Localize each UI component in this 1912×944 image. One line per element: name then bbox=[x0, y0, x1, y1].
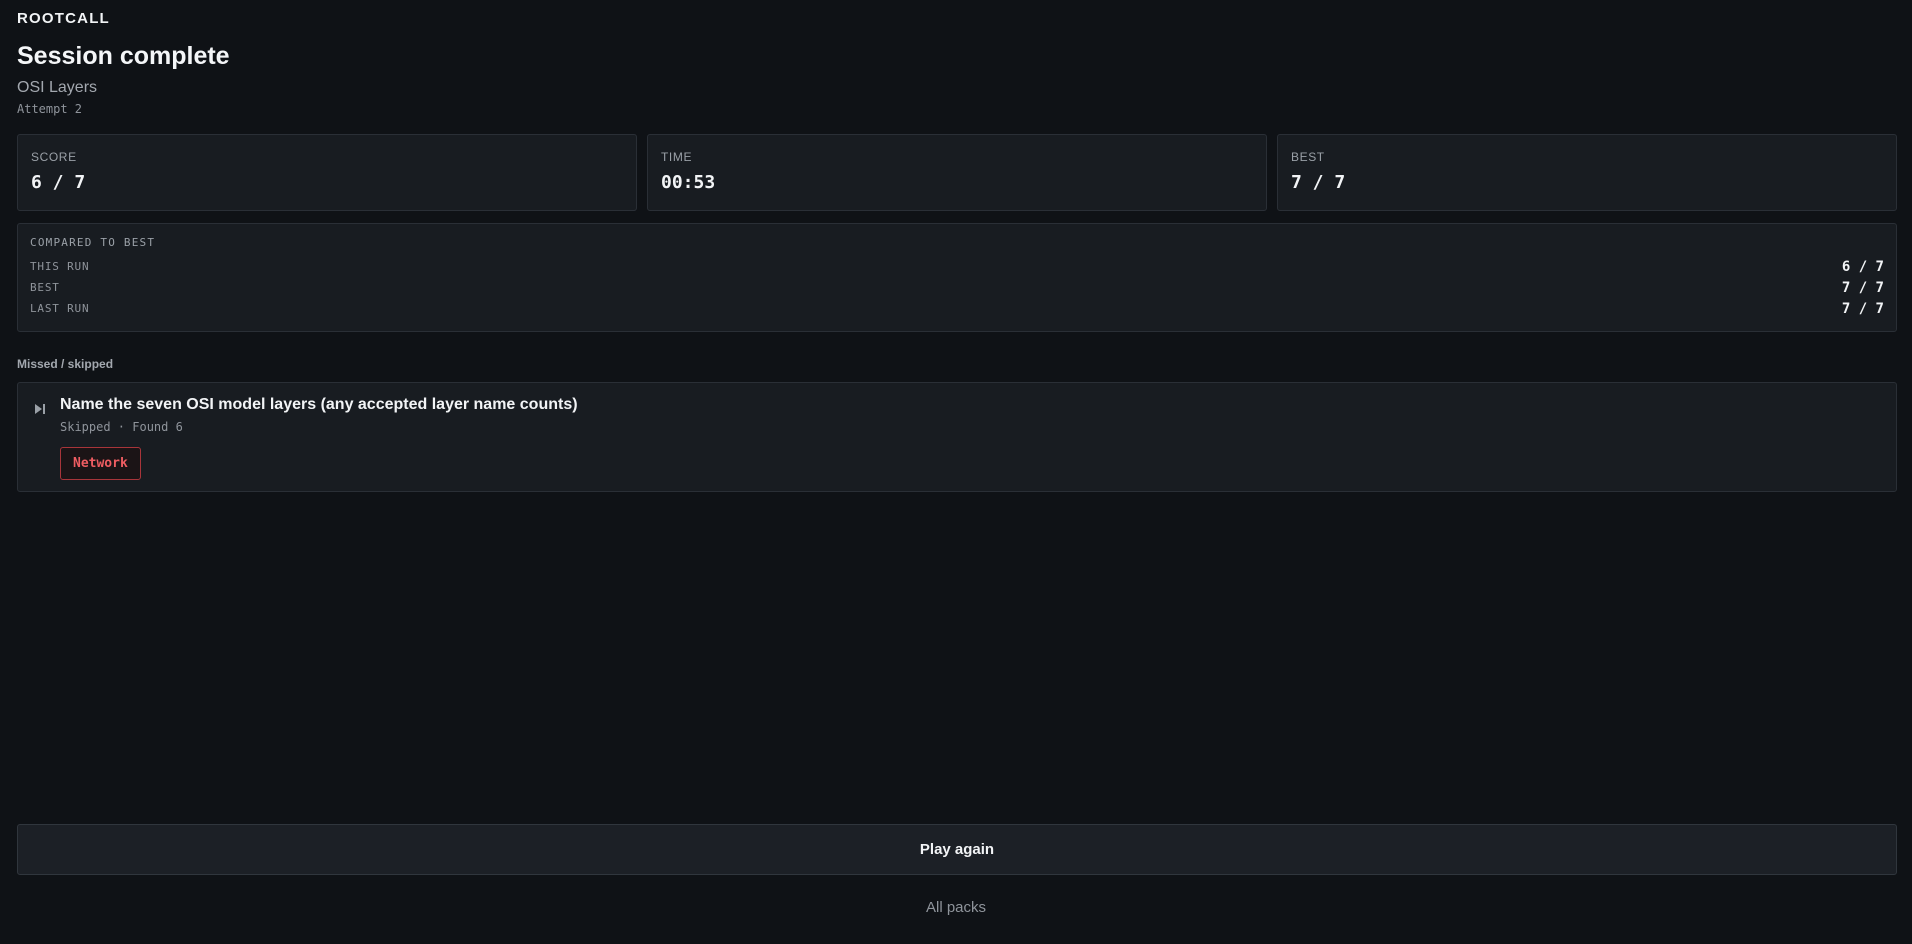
play-again-button[interactable]: Play again bbox=[17, 824, 1897, 875]
missed-meta: Skipped · Found 6 bbox=[60, 420, 183, 434]
app-brand: ROOTCALL bbox=[17, 10, 110, 27]
score-label: SCORE bbox=[31, 150, 77, 164]
pack-name: OSI Layers bbox=[17, 79, 98, 96]
time-value: 00:53 bbox=[661, 172, 716, 193]
compare-row-this-run: THIS RUN 6 / 7 bbox=[30, 256, 1884, 277]
best-card: BEST 7 / 7 bbox=[1277, 134, 1897, 211]
page-title: Session complete bbox=[17, 42, 230, 70]
time-label: TIME bbox=[661, 150, 693, 164]
missed-section-label: Missed / skipped bbox=[17, 357, 114, 371]
best-value: 7 / 7 bbox=[1291, 172, 1346, 193]
skip-icon bbox=[33, 402, 47, 416]
compare-title: COMPARED TO BEST bbox=[30, 236, 156, 249]
score-value: 6 / 7 bbox=[31, 172, 86, 193]
all-packs-link[interactable]: All packs bbox=[0, 899, 1912, 916]
stats-row: SCORE 6 / 7 TIME 00:53 BEST 7 / 7 bbox=[17, 134, 1897, 211]
compare-row-value: 7 / 7 bbox=[1841, 279, 1884, 296]
compare-row-best: BEST 7 / 7 bbox=[30, 277, 1884, 298]
compare-panel: COMPARED TO BEST THIS RUN 6 / 7 BEST 7 /… bbox=[17, 223, 1897, 332]
missed-item: Name the seven OSI model layers (any acc… bbox=[17, 382, 1897, 492]
compare-row-value: 7 / 7 bbox=[1841, 300, 1884, 317]
missed-question: Name the seven OSI model layers (any acc… bbox=[60, 396, 578, 413]
compare-row-label: LAST RUN bbox=[30, 302, 90, 315]
compare-row-label: BEST bbox=[30, 281, 60, 294]
compare-row-last-run: LAST RUN 7 / 7 bbox=[30, 298, 1884, 319]
time-card: TIME 00:53 bbox=[647, 134, 1267, 211]
score-card: SCORE 6 / 7 bbox=[17, 134, 637, 211]
missed-answer-tag: Network bbox=[60, 447, 141, 480]
best-label: BEST bbox=[1291, 150, 1325, 164]
attempt-label: Attempt 2 bbox=[17, 102, 83, 116]
compare-row-value: 6 / 7 bbox=[1841, 258, 1884, 275]
compare-row-label: THIS RUN bbox=[30, 260, 90, 273]
